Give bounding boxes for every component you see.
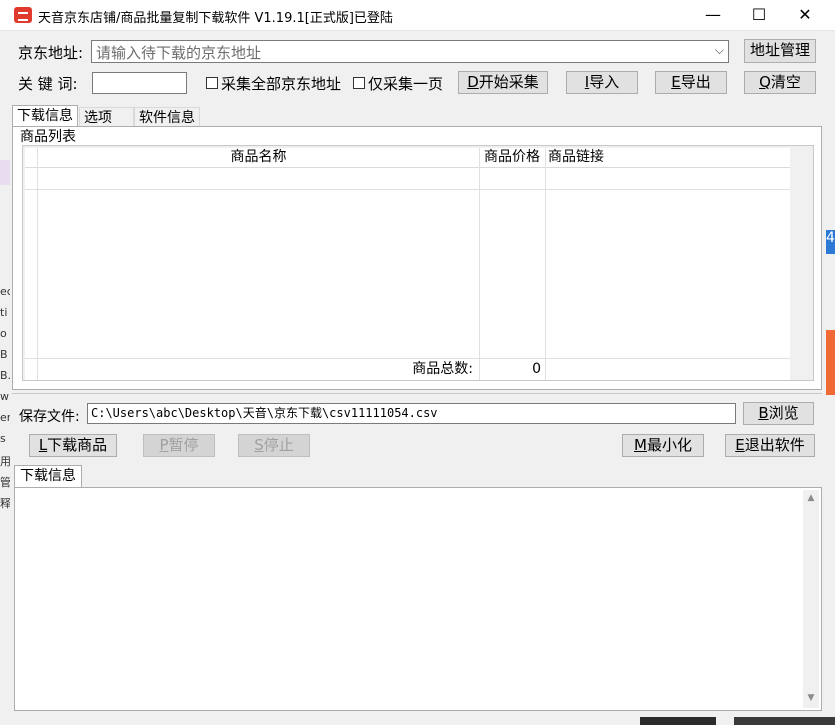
hotkey-letter: E [671, 73, 681, 91]
start-collect-button[interactable]: D开始采集 [458, 71, 548, 94]
window-title: 天音京东店铺/商品批量复制下载软件 V1.19.1[正式版]已登陆 [38, 11, 393, 26]
minimize-app-button[interactable]: M最小化 [622, 434, 704, 457]
address-manage-button[interactable]: 地址管理 [744, 39, 816, 63]
product-list-group: 商品名称 商品价格 商品链接 商品总数: 0 [22, 145, 814, 381]
total-count-label: 商品总数: [412, 361, 473, 377]
fragment-text: er [0, 411, 10, 424]
button-label: 开始采集 [478, 73, 539, 91]
hotkey-letter: D [467, 73, 479, 91]
column-divider [545, 148, 546, 380]
collect-one-page-checkbox[interactable] [353, 77, 365, 89]
fragment-text: s [0, 432, 6, 445]
button-label: 最小化 [646, 436, 692, 454]
collect-all-checkbox[interactable] [206, 77, 218, 89]
maximize-window-button[interactable]: ☐ [736, 0, 782, 31]
chevron-down-icon[interactable]: ⌵ [715, 43, 724, 58]
fragment-text: o [0, 327, 7, 340]
row-divider [25, 358, 790, 359]
browse-button[interactable]: B浏览 [743, 402, 814, 425]
keyword-input[interactable] [92, 72, 187, 94]
clear-button[interactable]: Q清空 [744, 71, 816, 94]
fragment-text: 管 [0, 476, 10, 489]
keyword-label: 关 键 词: [18, 75, 78, 93]
column-divider [479, 148, 480, 380]
fragment-text: 释 [0, 497, 10, 510]
background-taskbar-fragment [640, 717, 716, 725]
scroll-down-arrow-icon[interactable]: ▼ [803, 693, 819, 703]
fragment-text: B. [0, 369, 10, 382]
hotkey-letter: B [758, 404, 769, 422]
button-label: 下载商品 [47, 436, 108, 454]
app-logo-icon [14, 7, 32, 23]
hotkey-letter: S [254, 436, 264, 454]
background-window-fragment [0, 160, 10, 185]
hotkey-letter: L [38, 436, 48, 454]
exit-software-button[interactable]: E退出软件 [725, 434, 815, 457]
row-divider [25, 189, 790, 190]
save-path-input[interactable]: C:\Users\abc\Desktop\天音\京东下载\csv11111054… [87, 403, 736, 424]
tab-content-panel: 商品列表 商品名称 商品价格 商品链接 商品总数: 0 [12, 126, 822, 390]
address-label: 京东地址: [18, 44, 84, 62]
background-text-fragments: ec ti o B B. w er s 用 管 释 [0, 285, 10, 515]
column-header-price[interactable]: 商品价格 [480, 148, 544, 167]
close-window-button[interactable]: ✕ [782, 0, 828, 31]
column-header-name[interactable]: 商品名称 [37, 148, 480, 167]
button-label: 浏览 [768, 404, 799, 422]
collect-one-page-label: 仅采集一页 [368, 75, 444, 93]
import-button[interactable]: I导入 [566, 71, 638, 94]
product-list-group-title: 商品列表 [20, 129, 76, 145]
background-taskbar-fragment [734, 717, 835, 725]
tab-software-info[interactable]: 软件信息 [134, 107, 200, 127]
export-button[interactable]: E导出 [655, 71, 727, 94]
download-products-button[interactable]: L下载商品 [29, 434, 117, 457]
address-combobox[interactable]: 请输入待下载的京东地址 ⌵ [91, 40, 729, 63]
scroll-up-arrow-icon[interactable]: ▲ [803, 493, 819, 503]
hotkey-letter: Q [759, 73, 771, 91]
collect-all-label: 采集全部京东地址 [221, 75, 342, 93]
log-textarea[interactable] [17, 490, 803, 708]
column-divider [37, 148, 38, 380]
save-file-label: 保存文件: [19, 409, 80, 425]
minimize-window-button[interactable]: — [690, 0, 736, 31]
address-placeholder: 请输入待下载的京东地址 [96, 44, 262, 62]
fragment-text: w [0, 390, 9, 403]
pause-button[interactable]: P暂停 [143, 434, 215, 457]
button-label: 停止 [263, 436, 294, 454]
button-label: 暂停 [168, 436, 199, 454]
column-header-link[interactable]: 商品链接 [548, 148, 604, 167]
tab-download-info[interactable]: 下载信息 [12, 105, 78, 127]
log-scrollbar[interactable]: ▲ ▼ [803, 490, 819, 708]
title-bar: 天音京东店铺/商品批量复制下载软件 V1.19.1[正式版]已登陆 — ☐ ✕ [0, 0, 835, 31]
button-label: 清空 [770, 73, 801, 91]
log-panel: ▲ ▼ [14, 487, 822, 711]
tab-log-download-info[interactable]: 下载信息 [14, 465, 82, 488]
total-count-value: 0 [532, 361, 541, 377]
hotkey-letter: E [735, 436, 745, 454]
hotkey-letter: M [634, 436, 647, 454]
product-table[interactable]: 商品名称 商品价格 商品链接 商品总数: 0 [25, 148, 790, 380]
background-orange-strip [826, 330, 835, 395]
background-blue-badge: 4 [826, 230, 835, 254]
hotkey-letter: P [159, 436, 169, 454]
fragment-text: ti [0, 306, 8, 319]
button-label: 退出软件 [744, 436, 805, 454]
fragment-text: 用 [0, 455, 10, 468]
button-label: 导出 [680, 73, 711, 91]
tab-options[interactable]: 选项 [79, 107, 134, 127]
fragment-text: ec [0, 285, 10, 298]
table-header: 商品名称 商品价格 商品链接 [25, 148, 790, 168]
divider [12, 393, 822, 394]
button-label: 导入 [589, 73, 620, 91]
stop-button[interactable]: S停止 [238, 434, 310, 457]
fragment-text: B [0, 348, 8, 361]
